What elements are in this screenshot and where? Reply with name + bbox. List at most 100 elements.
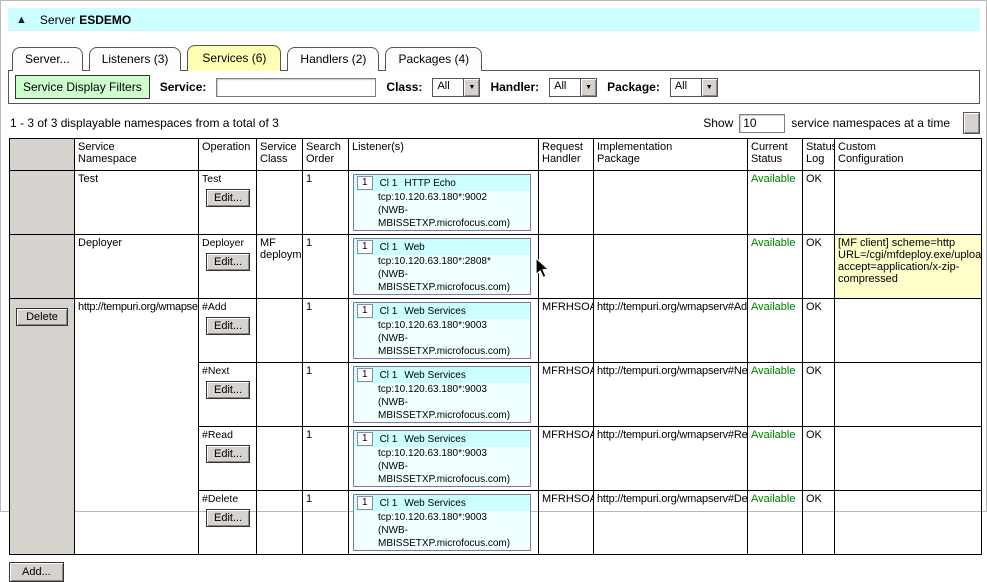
implementation-package-cell: http://tempuri.org/wmapserv#Add — [594, 299, 748, 363]
custom-config-cell — [835, 363, 982, 427]
service-class-cell — [257, 299, 303, 363]
edit-button[interactable]: Edit... — [206, 445, 250, 463]
tab-listeners[interactable]: Listeners (3) — [89, 47, 182, 71]
listener-header: 1 Cl 1 Web — [354, 239, 530, 255]
current-status-cell: Available — [748, 299, 803, 363]
status-available: Available — [751, 237, 795, 249]
custom-config-cell — [835, 299, 982, 363]
edit-button[interactable]: Edit... — [206, 381, 250, 399]
custom-config-cell — [835, 491, 982, 555]
class-filter-label: Class: — [386, 80, 422, 94]
operation-name: #Delete — [202, 493, 253, 505]
listeners-cell: 1 Cl 1 Web Services tcp:10.120.63.180*:9… — [349, 427, 539, 491]
pagination-summary: 1 - 3 of 3 displayable namespaces from a… — [10, 116, 279, 130]
class-select[interactable]: All ▼ — [432, 78, 480, 97]
listener-index: 1 — [357, 240, 373, 254]
search-order-cell: 1 — [303, 427, 349, 491]
header-current-status: Current Status — [748, 139, 803, 171]
handler-select[interactable]: All ▼ — [549, 78, 597, 97]
header-operation: Operation — [199, 139, 257, 171]
status-log-cell: OK — [803, 171, 835, 235]
collapse-triangle-icon[interactable]: ▲ — [13, 14, 30, 26]
request-handler-cell: MFRHSOAP — [539, 363, 594, 427]
current-status-cell: Available — [748, 363, 803, 427]
chevron-down-icon: ▼ — [701, 79, 717, 96]
show-count-input[interactable] — [739, 114, 785, 133]
header-actions — [10, 139, 75, 171]
listener-header: 1 Cl 1 Web Services — [354, 431, 530, 447]
listener-host: (NWB-MBISSETXP.microfocus.com) — [354, 396, 530, 422]
listener-endpoint: tcp:10.120.63.180*:9003 — [354, 511, 530, 524]
service-filter-input[interactable] — [216, 78, 376, 97]
operation-name: Test — [202, 173, 253, 185]
listener-index: 1 — [357, 304, 373, 318]
add-button[interactable]: Add... — [9, 562, 64, 582]
tab-services[interactable]: Services (6) — [187, 45, 281, 71]
namespace-cell: Test — [75, 171, 199, 235]
status-log-cell: OK — [803, 363, 835, 427]
tab-packages[interactable]: Packages (4) — [385, 47, 482, 71]
listener-header: 1 Cl 1 Web Services — [354, 367, 530, 383]
tab-handlers[interactable]: Handlers (2) — [287, 47, 379, 71]
listeners-cell: 1 Cl 1 Web Services tcp:10.120.63.180*:9… — [349, 299, 539, 363]
delete-button[interactable]: Delete — [16, 308, 68, 326]
status-log-cell: OK — [803, 235, 835, 299]
table-header-row: Service Namespace Operation Service Clas… — [10, 139, 982, 171]
row-actions-cell — [10, 171, 75, 235]
header-custom-configuration: Custom Configuration — [835, 139, 982, 171]
namespace-cell: http://tempuri.org/wmapserv — [75, 299, 199, 555]
search-order-cell: 1 — [303, 491, 349, 555]
filter-bar: Service Display Filters Service: Class: … — [8, 70, 980, 104]
listener-conversation: Cl 1 — [380, 306, 398, 317]
request-handler-cell: MFRHSOAP — [539, 491, 594, 555]
row-actions-cell: Delete — [10, 299, 75, 555]
handler-filter-label: Handler: — [490, 80, 539, 94]
operation-cell: Deployer Edit... — [199, 235, 257, 299]
edit-button[interactable]: Edit... — [206, 317, 250, 335]
header-service-class: Service Class — [257, 139, 303, 171]
status-available: Available — [751, 429, 795, 441]
pagination-row: 1 - 3 of 3 displayable namespaces from a… — [10, 112, 980, 134]
listener-endpoint: tcp:10.120.63.180*:9002 — [354, 191, 530, 204]
listener-box: 1 Cl 1 Web Services tcp:10.120.63.180*:9… — [353, 302, 531, 359]
server-titlebar: ▲ ServerESDEMO — [8, 8, 980, 31]
operation-cell: #Add Edit... — [199, 299, 257, 363]
tab-server[interactable]: Server... — [12, 47, 83, 71]
operation-cell: #Delete Edit... — [199, 491, 257, 555]
edit-button[interactable]: Edit... — [206, 189, 250, 207]
implementation-package-cell — [594, 235, 748, 299]
listener-header: 1 Cl 1 Web Services — [354, 303, 530, 319]
listener-name: Web Services — [404, 434, 466, 445]
listener-box: 1 Cl 1 Web Services tcp:10.120.63.180*:9… — [353, 494, 531, 551]
mouse-cursor-icon — [532, 257, 552, 279]
current-status-cell: Available — [748, 491, 803, 555]
listener-name: Web Services — [404, 370, 466, 381]
listener-conversation: Cl 1 — [380, 370, 398, 381]
status-available: Available — [751, 493, 795, 505]
edit-button[interactable]: Edit... — [206, 253, 250, 271]
service-class-cell: MF deployment — [257, 235, 303, 299]
server-label: Server — [40, 13, 75, 27]
services-table: Service Namespace Operation Service Clas… — [9, 138, 982, 555]
listener-name: Web Services — [404, 306, 466, 317]
status-log-cell: OK — [803, 427, 835, 491]
handler-select-value: All — [550, 79, 580, 96]
status-available: Available — [751, 173, 795, 185]
implementation-package-cell: http://tempuri.org/wmapserv#Read — [594, 427, 748, 491]
listener-name: Web — [404, 242, 424, 253]
header-search-order: Search Order — [303, 139, 349, 171]
page-title: ServerESDEMO — [40, 13, 131, 27]
listener-name: Web Services — [404, 498, 466, 509]
listener-index: 1 — [357, 176, 373, 190]
listener-conversation: Cl 1 — [380, 178, 398, 189]
package-select[interactable]: All ▼ — [670, 78, 718, 97]
admin-page: ▲ ServerESDEMO Server... Listeners (3) S… — [0, 0, 987, 512]
listeners-cell: 1 Cl 1 Web Services tcp:10.120.63.180*:9… — [349, 491, 539, 555]
truncated-edge-button[interactable] — [963, 112, 980, 134]
listener-box: 1 Cl 1 HTTP Echo tcp:10.120.63.180*:9002… — [353, 174, 531, 231]
implementation-package-cell — [594, 171, 748, 235]
table-row: Test Test Edit... 1 1 Cl 1 HTTP Echo tcp… — [10, 171, 982, 235]
listener-box: 1 Cl 1 Web tcp:10.120.63.180*:2808* (NWB… — [353, 238, 531, 295]
status-log-cell: OK — [803, 299, 835, 363]
table-row: Deployer Deployer Edit... MF deployment … — [10, 235, 982, 299]
